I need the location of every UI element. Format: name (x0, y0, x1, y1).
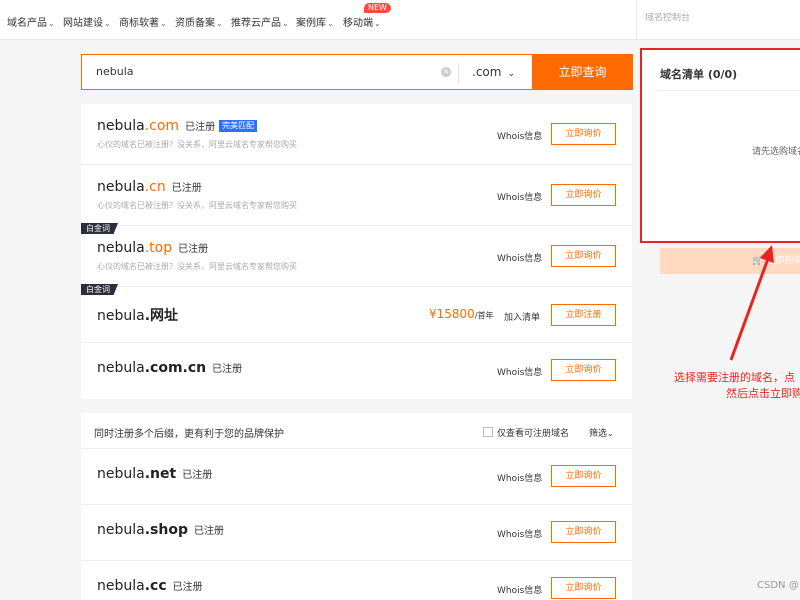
register-button[interactable]: 立即注册 (551, 304, 616, 326)
query-button[interactable]: 立即查询 (532, 54, 633, 90)
domain-name: nebula.网址 (97, 308, 179, 324)
platinum-tag: 白金词 (81, 223, 118, 234)
perfect-match-badge: 完美匹配 (219, 120, 258, 132)
sub-note: 心仪的域名已被注册？没关系，阿里云域名专家帮您购买 (97, 140, 297, 149)
suffix-select[interactable]: .com ⌄ (472, 65, 515, 79)
whois-link[interactable]: Whois信息 (497, 365, 542, 378)
domain-name: nebula.shop 已注册 (97, 522, 224, 538)
watermark: CSDN @ (757, 580, 799, 591)
whois-link[interactable]: Whois信息 (497, 129, 542, 142)
domain-list-empty-text: 请先选购域名 (752, 147, 800, 157)
inquire-button[interactable]: 立即询价 (551, 359, 616, 381)
whois-link[interactable]: Whois信息 (497, 190, 542, 203)
result-row: 白金词 nebula.top 已注册 心仪的域名已被注册？没关系，阿里云域名专家帮… (81, 223, 632, 287)
nav-website-building[interactable]: 网站建设⌄ (63, 14, 111, 29)
domain-name: nebula.top 已注册 (97, 240, 209, 256)
sub-note: 心仪的域名已被注册？没关系，阿里云域名专家帮您购买 (97, 262, 297, 271)
multi-suffix-section: 同时注册多个后缀，更有利于您的品牌保护 仅查看可注册域名 筛选⌄ nebula.… (81, 413, 632, 600)
whois-link[interactable]: Whois信息 (497, 251, 542, 264)
chevron-down-icon: ⌄ (374, 19, 381, 28)
result-row: nebula.net 已注册 Whois信息 立即询价 (81, 449, 632, 505)
annotation-text: 选择需要注册的域名，点 然后点击立即购 (674, 371, 800, 400)
nav-qualification[interactable]: 资质备案⌄ (175, 14, 223, 29)
chevron-down-icon: ⌄ (507, 69, 515, 79)
result-row: nebula.shop 已注册 Whois信息 立即询价 (81, 505, 632, 561)
nav-domain-products[interactable]: 域名产品⌄ (7, 14, 55, 29)
domain-name: nebula.com 已注册 完美匹配 (97, 118, 258, 134)
result-row: nebula.com 已注册 完美匹配 心仪的域名已被注册？没关系，阿里云域名专家帮… (81, 104, 632, 165)
domain-name: nebula.cn 已注册 (97, 179, 202, 195)
domain-search-bar: nebula × .com ⌄ 立即查询 (81, 54, 633, 90)
chevron-down-icon: ⌄ (327, 19, 334, 28)
clear-icon[interactable]: × (441, 67, 451, 77)
console-search-input[interactable] (645, 13, 795, 23)
result-row: nebula.cc 已注册 Whois信息 立即询价 (81, 561, 632, 600)
chevron-down-icon: ⌄ (48, 19, 55, 28)
results-list: nebula.com 已注册 完美匹配 心仪的域名已被注册？没关系，阿里云域名专家帮… (81, 104, 632, 399)
platinum-tag: 白金词 (81, 284, 118, 295)
add-to-list-link[interactable]: 加入清单 (504, 310, 540, 323)
chevron-down-icon: ⌄ (160, 19, 167, 28)
sub-note: 心仪的域名已被注册？没关系，阿里云域名专家帮您购买 (97, 201, 297, 210)
inquire-button[interactable]: 立即询价 (551, 123, 616, 145)
whois-link[interactable]: Whois信息 (497, 583, 542, 596)
console-search (636, 0, 800, 40)
inquire-button[interactable]: 立即询价 (551, 465, 616, 487)
domain-name: nebula.cc 已注册 (97, 578, 203, 594)
inquire-button[interactable]: 立即询价 (551, 184, 616, 206)
nav-trademark[interactable]: 商标软著⌄ (119, 14, 167, 29)
nav-case-library[interactable]: 案例库⌄ (296, 14, 334, 29)
chevron-down-icon: ⌄ (104, 19, 111, 28)
domain-list-title: 域名清单 (0/0) (660, 68, 738, 81)
domain-name: nebula.com.cn 已注册 (97, 360, 243, 376)
multi-suffix-header: 同时注册多个后缀，更有利于您的品牌保护 仅查看可注册域名 筛选⌄ (81, 413, 632, 449)
result-row: nebula.com.cn 已注册 Whois信息 立即询价 (81, 343, 632, 399)
domain-list-panel: 域名清单 (0/0) 请先选购域名 (640, 48, 800, 243)
nav-cloud-products[interactable]: 推荐云产品⌄ (231, 14, 289, 29)
divider (458, 63, 459, 83)
chevron-down-icon: ⌄ (282, 19, 289, 28)
top-navigation: 域名产品⌄ 网站建设⌄ 商标软著⌄ 资质备案⌄ 推荐云产品⌄ 案例库⌄ 移动端⌄… (0, 0, 800, 40)
available-only-checkbox[interactable] (483, 427, 493, 437)
available-only-label[interactable]: 仅查看可注册域名 (497, 426, 569, 439)
whois-link[interactable]: Whois信息 (497, 527, 542, 540)
buy-now-button[interactable]: 🛒 立即购买 (660, 248, 800, 274)
result-row: 白金词 nebula.网址 ¥15800/首年 加入清单 立即注册 (81, 284, 632, 343)
result-row: nebula.cn 已注册 心仪的域名已被注册？没关系，阿里云域名专家帮您购买 W… (81, 165, 632, 226)
inquire-button[interactable]: 立即询价 (551, 521, 616, 543)
domain-search-input[interactable]: nebula (96, 65, 134, 78)
inquire-button[interactable]: 立即询价 (551, 245, 616, 267)
chevron-down-icon: ⌄ (607, 429, 614, 438)
multi-suffix-title: 同时注册多个后缀，更有利于您的品牌保护 (94, 429, 284, 440)
cart-icon: 🛒 (752, 256, 764, 266)
price: ¥15800/首年 (429, 307, 494, 321)
inquire-button[interactable]: 立即询价 (551, 577, 616, 599)
whois-link[interactable]: Whois信息 (497, 471, 542, 484)
domain-name: nebula.net 已注册 (97, 466, 213, 482)
chevron-down-icon: ⌄ (216, 19, 223, 28)
filter-dropdown[interactable]: 筛选⌄ (589, 426, 614, 439)
new-badge: NEW (364, 3, 391, 13)
divider (658, 90, 800, 91)
nav-mobile[interactable]: 移动端⌄ (343, 14, 381, 29)
